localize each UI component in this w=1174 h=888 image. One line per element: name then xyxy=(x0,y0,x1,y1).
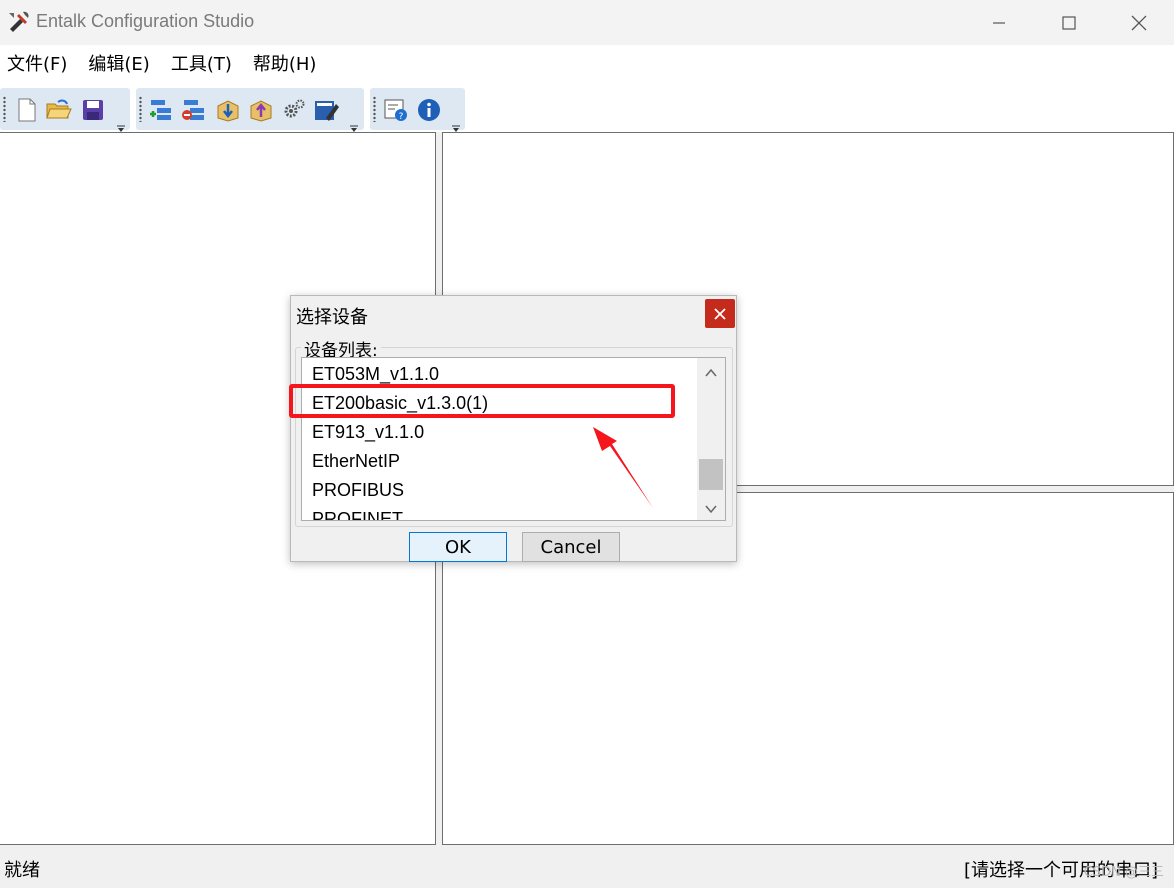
toolbar-grip[interactable] xyxy=(3,96,6,122)
ok-button[interactable]: OK xyxy=(409,532,507,562)
info-icon[interactable] xyxy=(416,97,442,123)
dialog-close-button[interactable] xyxy=(705,299,735,328)
maximize-button[interactable] xyxy=(1034,0,1104,45)
toolbar-grip[interactable] xyxy=(139,96,142,122)
add-node-icon[interactable] xyxy=(149,97,175,123)
toolbar-group-help: ? xyxy=(370,88,465,132)
menu-bar: 文件(F) 编辑(E) 工具(T) 帮助(H) xyxy=(0,45,1174,85)
toolbar-grip[interactable] xyxy=(373,96,376,122)
status-ready-text: 就绪 xyxy=(4,860,40,881)
highlight-annotation xyxy=(289,384,675,418)
listbox-scrollbar[interactable] xyxy=(697,358,725,520)
download-icon[interactable] xyxy=(215,97,241,123)
menu-help[interactable]: 帮助(H) xyxy=(246,45,324,85)
select-device-dialog: 选择设备 设备列表: ET053M_v1.1.0 ET200basic_v1.3… xyxy=(290,295,737,562)
menu-tools[interactable]: 工具(T) xyxy=(164,45,239,85)
list-item[interactable]: PROFINET xyxy=(312,509,403,520)
scroll-thumb[interactable] xyxy=(699,459,723,490)
list-item[interactable]: EtherNetIP xyxy=(312,451,400,472)
remove-node-icon[interactable] xyxy=(182,97,208,123)
title-bar: Entalk Configuration Studio xyxy=(0,0,1174,45)
toolbar: ? xyxy=(0,85,1174,132)
open-folder-icon[interactable] xyxy=(46,97,72,123)
menu-file[interactable]: 文件(F) xyxy=(0,45,74,85)
settings-gear-icon[interactable] xyxy=(281,97,307,123)
list-item[interactable]: ET913_v1.1.0 xyxy=(312,422,424,443)
upload-icon[interactable] xyxy=(248,97,274,123)
close-button[interactable] xyxy=(1104,0,1174,45)
edit-icon[interactable] xyxy=(314,97,340,123)
device-listbox[interactable]: ET053M_v1.1.0 ET200basic_v1.3.0(1) ET913… xyxy=(301,357,726,521)
minimize-button[interactable] xyxy=(964,0,1034,45)
toolbar-group-device xyxy=(136,88,364,132)
watermark-text: CSDN @三三 xyxy=(1083,865,1164,880)
status-bar: 就绪 [请选择一个可用的串口] xyxy=(0,846,1174,888)
list-item[interactable]: ET053M_v1.1.0 xyxy=(312,364,439,385)
toolbar-group-file xyxy=(0,88,130,132)
save-icon[interactable] xyxy=(80,97,106,123)
close-icon xyxy=(714,307,726,320)
scroll-down-icon xyxy=(705,505,717,514)
window-title: Entalk Configuration Studio xyxy=(36,11,255,31)
dialog-title: 选择设备 xyxy=(296,307,368,328)
toolbar-overflow-icon[interactable] xyxy=(450,118,462,132)
cancel-button[interactable]: Cancel xyxy=(522,532,620,562)
menu-edit[interactable]: 编辑(E) xyxy=(81,45,156,85)
tools-app-icon xyxy=(6,9,32,35)
toolbar-overflow-icon[interactable] xyxy=(115,118,127,132)
help-icon[interactable]: ? xyxy=(383,97,409,123)
scroll-up-icon xyxy=(705,368,717,377)
list-item[interactable]: PROFIBUS xyxy=(312,480,404,501)
svg-text:?: ? xyxy=(399,112,404,122)
toolbar-overflow-icon[interactable] xyxy=(348,118,360,132)
new-file-icon[interactable] xyxy=(14,97,40,123)
